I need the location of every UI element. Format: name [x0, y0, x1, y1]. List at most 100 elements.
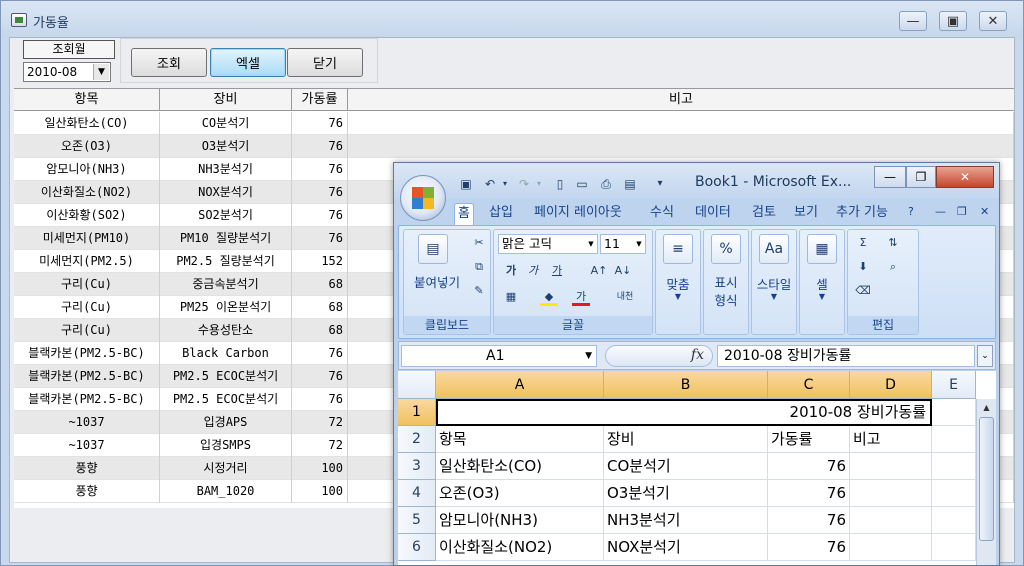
- cell-rate[interactable]: 76: [292, 365, 348, 388]
- copy-icon[interactable]: ⧉: [470, 258, 488, 276]
- cell-c3[interactable]: 76: [768, 453, 850, 480]
- cell-c2[interactable]: 가동률: [768, 426, 850, 453]
- font-color-icon[interactable]: 가: [572, 288, 590, 306]
- cell-b6[interactable]: NOX분석기: [604, 534, 768, 561]
- cell-rate[interactable]: 68: [292, 273, 348, 296]
- cell-d6[interactable]: [850, 534, 932, 561]
- open-folder-icon[interactable]: ▭: [574, 176, 590, 192]
- cell-equipment[interactable]: PM2.5 ECOC분석기: [160, 365, 292, 388]
- find-select-icon[interactable]: ⌕: [884, 258, 902, 276]
- select-all-corner[interactable]: [398, 371, 436, 399]
- ribbon-close-icon[interactable]: ✕: [980, 205, 989, 218]
- cell-equipment[interactable]: 수용성탄소: [160, 319, 292, 342]
- cell-rate[interactable]: 76: [292, 181, 348, 204]
- cell-item[interactable]: 오존(O3): [14, 135, 160, 158]
- font-name-combo[interactable]: 맑은 고딕 ▼: [498, 234, 598, 254]
- cell-a1-merged[interactable]: 2010-08 장비가동률: [436, 399, 932, 426]
- cell-b4[interactable]: O3분석기: [604, 480, 768, 507]
- styles-group[interactable]: Aa 스타일 ▼: [751, 229, 797, 335]
- cell-a6[interactable]: 이산화질소(NO2): [436, 534, 604, 561]
- ribbon-restore-icon[interactable]: ❐: [957, 205, 967, 218]
- cell-equipment[interactable]: PM2.5 질량분석기: [160, 250, 292, 273]
- cell-item[interactable]: 구리(Cu): [14, 296, 160, 319]
- cell-e1[interactable]: [932, 399, 976, 426]
- font-name-dropdown-icon[interactable]: ▼: [585, 235, 597, 253]
- cell-equipment[interactable]: PM25 이온분석기: [160, 296, 292, 319]
- cell-item[interactable]: 구리(Cu): [14, 319, 160, 342]
- number-group[interactable]: % 표시 형식: [703, 229, 749, 335]
- cell-item[interactable]: 블랙카본(PM2.5-BC): [14, 365, 160, 388]
- underline-icon[interactable]: 가: [548, 262, 566, 280]
- row-header-4[interactable]: 4: [398, 480, 436, 507]
- cell-e3[interactable]: [932, 453, 976, 480]
- cell-rate[interactable]: 100: [292, 457, 348, 480]
- tab-data[interactable]: 데이터: [692, 203, 734, 225]
- cell-item[interactable]: 구리(Cu): [14, 273, 160, 296]
- cell-rate[interactable]: 76: [292, 388, 348, 411]
- cell-item[interactable]: 이산화황(SO2): [14, 204, 160, 227]
- cell-item[interactable]: 미세먼지(PM10): [14, 227, 160, 250]
- customize-toolbar-icon[interactable]: ▾: [652, 176, 668, 192]
- undo-dropdown-icon[interactable]: ▾: [497, 176, 513, 192]
- cell-e4[interactable]: [932, 480, 976, 507]
- column-header-equipment[interactable]: 장비: [160, 89, 292, 111]
- cell-item[interactable]: ~1037: [14, 434, 160, 457]
- cell-item[interactable]: 블랙카본(PM2.5-BC): [14, 342, 160, 365]
- expand-formula-bar-icon[interactable]: ⌄: [977, 345, 993, 367]
- column-header-e[interactable]: E: [932, 371, 976, 399]
- excel-close-button[interactable]: ✕: [936, 166, 994, 188]
- cell-equipment[interactable]: SO2분석기: [160, 204, 292, 227]
- cell-rate[interactable]: 100: [292, 480, 348, 503]
- cell-item[interactable]: 일산화탄소(CO): [14, 112, 160, 135]
- tab-add-ins[interactable]: 추가 기능: [833, 203, 891, 225]
- cell-a3[interactable]: 일산화탄소(CO): [436, 453, 604, 480]
- column-header-a[interactable]: A: [436, 371, 604, 399]
- cell-equipment[interactable]: PM10 질량분석기: [160, 227, 292, 250]
- excel-restore-button[interactable]: ❐: [906, 166, 936, 188]
- cell-b2[interactable]: 장비: [604, 426, 768, 453]
- cell-rate[interactable]: 76: [292, 342, 348, 365]
- excel-button[interactable]: 엑셀: [210, 48, 286, 77]
- dropdown-arrow-icon[interactable]: ▼: [93, 64, 109, 80]
- cell-equipment[interactable]: NOX분석기: [160, 181, 292, 204]
- table-row[interactable]: 오존(O3) O3분석기 76: [14, 135, 1014, 158]
- search-button[interactable]: 조회: [131, 48, 207, 77]
- cell-item[interactable]: 블랙카본(PM2.5-BC): [14, 388, 160, 411]
- cell-e6[interactable]: [932, 534, 976, 561]
- close-button[interactable]: ✕: [979, 11, 1007, 31]
- cell-note[interactable]: [348, 135, 1014, 158]
- column-header-c[interactable]: C: [768, 371, 850, 399]
- excel-title-bar[interactable]: ▣ ↶ ▾ ↷ ▾ ▯ ▭ ⎙ ▤ ▾ Book1 - Microsoft Ex…: [394, 163, 999, 199]
- cell-rate[interactable]: 76: [292, 227, 348, 250]
- formula-input[interactable]: 2010-08 장비가동률: [717, 345, 975, 367]
- minimize-button[interactable]: —: [899, 11, 927, 31]
- table-row[interactable]: 일산화탄소(CO) CO분석기 76: [14, 112, 1014, 135]
- cell-equipment[interactable]: 입경APS: [160, 411, 292, 434]
- worksheet[interactable]: A B C D E 1 2 3 4 5 6 2010-08 장비가동률 항목 장비…: [398, 371, 996, 565]
- tab-formulas[interactable]: 수식: [647, 203, 677, 225]
- maximize-button[interactable]: ▣: [939, 11, 967, 31]
- tab-review[interactable]: 검토: [749, 203, 779, 225]
- cell-rate[interactable]: 76: [292, 135, 348, 158]
- name-box[interactable]: A1 ▼: [401, 345, 597, 367]
- cell-equipment[interactable]: O3분석기: [160, 135, 292, 158]
- redo-icon[interactable]: ↷: [516, 176, 532, 192]
- cell-note[interactable]: [348, 112, 1014, 135]
- cell-rate[interactable]: 76: [292, 112, 348, 135]
- vertical-scrollbar[interactable]: ▲: [976, 399, 996, 565]
- fill-color-icon[interactable]: ◆: [540, 288, 558, 306]
- bold-icon[interactable]: 가: [502, 262, 520, 280]
- print-preview-icon[interactable]: ▤: [622, 176, 638, 192]
- cell-rate[interactable]: 72: [292, 434, 348, 457]
- border-icon[interactable]: ▦: [502, 288, 520, 306]
- cell-rate[interactable]: 152: [292, 250, 348, 273]
- font-size-dropdown-icon[interactable]: ▼: [633, 235, 645, 253]
- row-header-5[interactable]: 5: [398, 507, 436, 534]
- cell-equipment[interactable]: 입경SMPS: [160, 434, 292, 457]
- cell-rate[interactable]: 68: [292, 319, 348, 342]
- cell-a5[interactable]: 암모니아(NH3): [436, 507, 604, 534]
- row-header-3[interactable]: 3: [398, 453, 436, 480]
- cell-rate[interactable]: 68: [292, 296, 348, 319]
- fill-icon[interactable]: ⬇: [854, 258, 872, 276]
- column-header-item[interactable]: 항목: [14, 89, 160, 111]
